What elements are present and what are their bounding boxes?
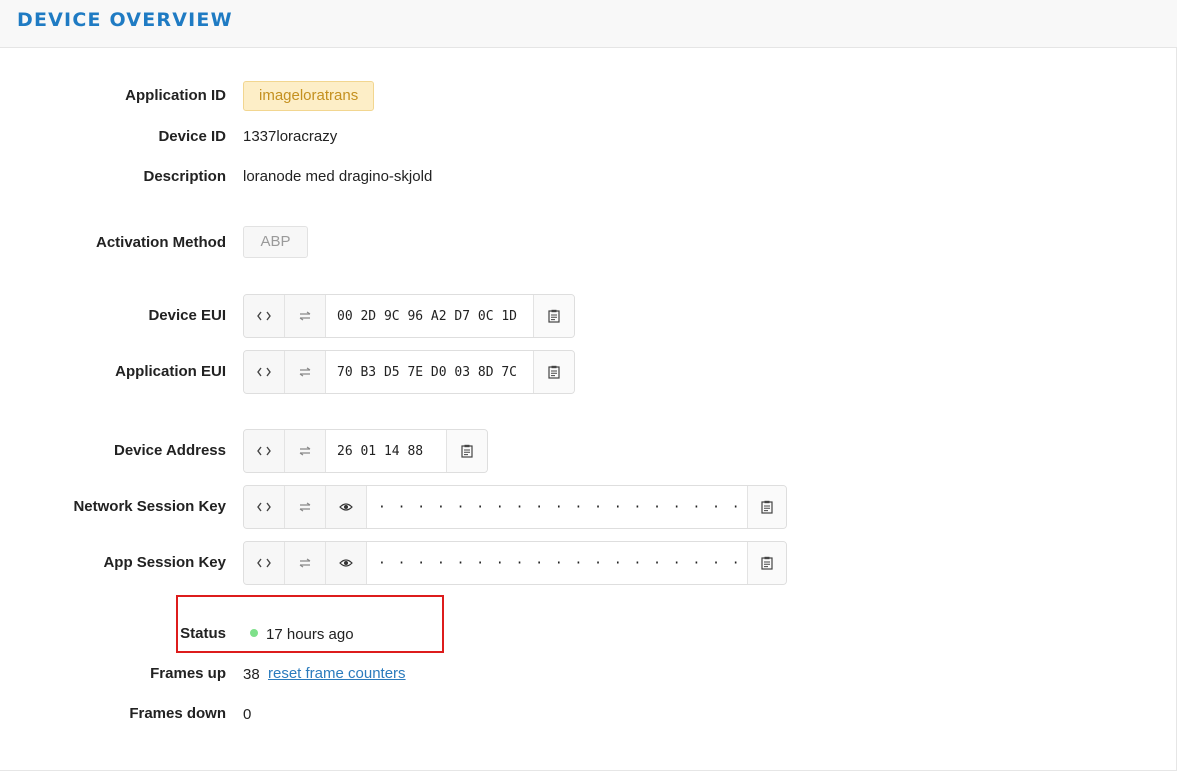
swap-arrows-icon	[299, 311, 311, 321]
clipboard-icon	[761, 500, 773, 514]
app-session-key-field: · · · · · · · · · · · · · · · · · · · · …	[243, 541, 787, 585]
frames-down-label: Frames down	[129, 705, 226, 722]
network-session-key-value[interactable]: · · · · · · · · · · · · · · · · · · · · …	[367, 486, 786, 528]
device-overview-panel: DEVICE OVERVIEW Application ID imagelora…	[0, 0, 1177, 771]
device-eui-field: 00 2D 9C 96 A2 D7 0C 1D	[243, 294, 575, 338]
reveal-key-button[interactable]	[326, 486, 367, 528]
device-eui-label: Device EUI	[148, 307, 226, 324]
format-toggle-button[interactable]	[244, 351, 285, 393]
copy-button[interactable]	[748, 542, 786, 584]
description-value: loranode med dragino-skjold	[243, 168, 433, 185]
byte-order-button[interactable]	[285, 295, 326, 337]
activation-method-badge: ABP	[243, 226, 308, 258]
eye-icon	[339, 503, 353, 511]
application-id-badge[interactable]: imageloratrans	[243, 81, 375, 111]
code-brackets-icon	[257, 311, 271, 321]
byte-order-button[interactable]	[285, 542, 326, 584]
panel-header: DEVICE OVERVIEW	[0, 0, 1177, 48]
reveal-key-button[interactable]	[326, 542, 367, 584]
code-brackets-icon	[257, 367, 271, 377]
code-brackets-icon	[257, 558, 271, 568]
application-eui-label: Application EUI	[115, 363, 226, 380]
status-label: Status	[180, 625, 226, 642]
activation-method-label: Activation Method	[96, 234, 226, 251]
byte-order-button[interactable]	[285, 351, 326, 393]
format-toggle-button[interactable]	[244, 542, 285, 584]
app-session-key-value[interactable]: · · · · · · · · · · · · · · · · · · · · …	[367, 542, 786, 584]
status-indicator	[250, 629, 258, 637]
frames-up-label: Frames up	[150, 665, 226, 682]
clipboard-icon	[461, 444, 473, 458]
device-id-value: 1337loracrazy	[243, 128, 338, 145]
application-id-label: Application ID	[125, 87, 226, 104]
swap-arrows-icon	[299, 502, 311, 512]
device-id-label: Device ID	[158, 128, 226, 145]
status-highlight-box	[176, 595, 444, 653]
copy-button[interactable]	[447, 430, 487, 472]
format-toggle-button[interactable]	[244, 430, 285, 472]
device-eui-value[interactable]: 00 2D 9C 96 A2 D7 0C 1D	[326, 295, 534, 337]
device-address-field: 26 01 14 88	[243, 429, 488, 473]
copy-button[interactable]	[534, 351, 574, 393]
frames-down-value: 0	[243, 706, 252, 723]
application-eui-value[interactable]: 70 B3 D5 7E D0 03 8D 7C	[326, 351, 534, 393]
network-session-key-label: Network Session Key	[73, 498, 226, 515]
clipboard-icon	[548, 309, 560, 323]
byte-order-button[interactable]	[285, 430, 326, 472]
network-session-key-field: · · · · · · · · · · · · · · · · · · · · …	[243, 485, 787, 529]
clipboard-icon	[761, 556, 773, 570]
code-brackets-icon	[257, 446, 271, 456]
byte-order-button[interactable]	[285, 486, 326, 528]
description-label: Description	[143, 168, 226, 185]
format-toggle-button[interactable]	[244, 295, 285, 337]
code-brackets-icon	[257, 502, 271, 512]
status-value: 17 hours ago	[266, 626, 354, 643]
frames-up-value: 38	[243, 666, 260, 683]
eye-icon	[339, 559, 353, 567]
copy-button[interactable]	[534, 295, 574, 337]
clipboard-icon	[548, 365, 560, 379]
application-eui-field: 70 B3 D5 7E D0 03 8D 7C	[243, 350, 575, 394]
page-title: DEVICE OVERVIEW	[17, 9, 233, 31]
swap-arrows-icon	[299, 367, 311, 377]
format-toggle-button[interactable]	[244, 486, 285, 528]
device-address-value[interactable]: 26 01 14 88	[326, 430, 447, 472]
swap-arrows-icon	[299, 558, 311, 568]
app-session-key-label: App Session Key	[103, 554, 226, 571]
copy-button[interactable]	[748, 486, 786, 528]
swap-arrows-icon	[299, 446, 311, 456]
device-address-label: Device Address	[113, 442, 226, 459]
reset-frame-counters-link[interactable]: reset frame counters	[268, 665, 406, 683]
